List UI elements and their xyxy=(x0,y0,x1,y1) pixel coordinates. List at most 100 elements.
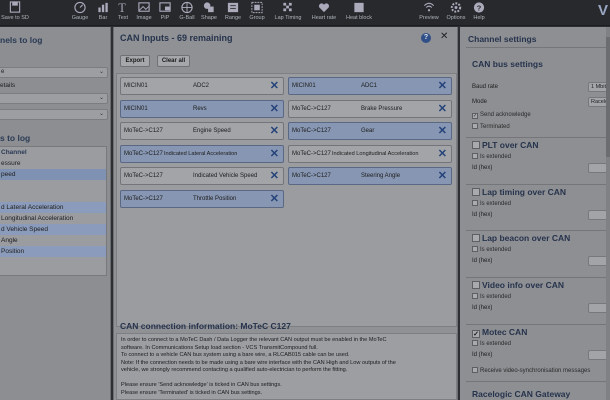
group-icon xyxy=(250,1,264,14)
toolbar-heat-block-button[interactable]: Heat block xyxy=(343,1,375,25)
text-icon: T xyxy=(116,1,130,15)
remove-icon[interactable]: ✕ xyxy=(438,147,447,160)
is-extended-checkbox[interactable]: Is extended xyxy=(472,246,511,253)
remove-icon[interactable]: ✕ xyxy=(270,169,279,182)
close-icon[interactable]: ✕ xyxy=(440,31,448,42)
list-item[interactable]: essure xyxy=(0,158,106,169)
divider xyxy=(466,230,608,231)
settings-scrollbar[interactable] xyxy=(606,27,610,400)
section-toggle-4[interactable]: Video info over CAN xyxy=(472,280,564,290)
can-input-source: MoTeC->C127 xyxy=(124,128,163,134)
list-item[interactable]: Angle xyxy=(0,235,106,246)
toolbar-preview-button[interactable]: Preview xyxy=(418,1,440,25)
checkbox-icon xyxy=(472,153,478,159)
terminated-checkbox[interactable]: Terminated xyxy=(472,123,510,130)
toolbar-save-button[interactable]: Save to SD xyxy=(0,1,30,25)
can-input-name: Gear xyxy=(361,128,375,134)
chevron-down-icon: ⌄ xyxy=(98,95,104,101)
toolbar-gball-button[interactable]: G-Ball xyxy=(177,1,197,25)
checkbox-icon xyxy=(472,200,478,206)
can-input-source: MoTeC->C127 xyxy=(292,173,331,179)
toolbar-lap-timing-button[interactable]: Lap Timing xyxy=(273,1,303,25)
is-extended-checkbox[interactable]: Is extended xyxy=(472,293,511,300)
toolbar-help-button[interactable]: ? Help xyxy=(471,1,487,25)
is-extended-checkbox[interactable]: Is extended xyxy=(472,340,511,347)
app-logo: V xyxy=(597,2,608,19)
section-toggle-3[interactable]: Lap beacon over CAN xyxy=(472,233,570,243)
can-input-item[interactable]: MICIN01 ADC2 ✕ xyxy=(120,77,284,95)
list-item[interactable]: Longitudinal Acceleration xyxy=(0,213,106,224)
can-input-item[interactable]: MoTeC->C127 Throttle Position ✕ xyxy=(120,189,284,208)
toolbar-gauge-button[interactable]: Gauge xyxy=(71,1,89,25)
can-input-item[interactable]: MoTeC->C127 Steering Angle ✕ xyxy=(288,167,452,185)
list-item[interactable]: peed xyxy=(0,169,106,180)
remove-icon[interactable]: ✕ xyxy=(270,147,279,160)
remove-icon[interactable]: ✕ xyxy=(270,192,279,205)
toolbar-image-button[interactable]: Image xyxy=(135,1,153,25)
list-item[interactable]: Position xyxy=(0,246,106,257)
remove-icon[interactable]: ✕ xyxy=(438,124,447,137)
id-hex-label: Id (hex) xyxy=(472,212,493,218)
info-line: vehicle, we strongly recommend contactin… xyxy=(121,367,348,373)
help-icon[interactable]: ? xyxy=(421,33,431,43)
connection-info-text: In order to connect to a MoTeC Dash / Da… xyxy=(116,333,457,400)
can-input-item[interactable]: MoTeC->C127 Engine Speed ✕ xyxy=(120,122,284,140)
gauge-icon xyxy=(73,1,87,14)
is-extended-checkbox[interactable]: Is extended xyxy=(472,153,511,160)
remove-icon[interactable]: ✕ xyxy=(270,124,279,137)
can-input-source: MoTeC->C127 xyxy=(292,105,331,112)
can-input-item[interactable]: MoTeC->C127 Indicated Longitudinal Accele… xyxy=(288,144,452,163)
id-hex-label: Id (hex) xyxy=(472,258,493,264)
section-toggle-2[interactable]: Lap timing over CAN xyxy=(472,187,566,197)
section-toggle-1[interactable]: PLT over CAN xyxy=(472,140,539,150)
toolbar-group-button[interactable]: Group xyxy=(247,1,267,25)
toolbar-label: Text xyxy=(117,15,129,21)
list-item[interactable]: d Lateral Acceleration xyxy=(0,202,106,213)
can-input-item[interactable]: MICIN01 Revs ✕ xyxy=(120,99,284,118)
baud-rate-label: Baud rate xyxy=(472,84,499,90)
toolbar-shape-button[interactable]: Shape xyxy=(200,1,218,25)
toolbar-text-button[interactable]: T Text xyxy=(116,1,130,25)
channel-dropdown-3[interactable]: ⌄ xyxy=(0,109,108,120)
can-input-item[interactable]: MoTeC->C127 Indicated Vehicle Speed ✕ xyxy=(120,167,284,185)
can-input-source: MoTeC->C127 xyxy=(124,173,163,179)
scrollbar-thumb[interactable] xyxy=(606,37,610,157)
remove-icon[interactable]: ✕ xyxy=(438,169,447,182)
channel-dropdown-1[interactable]: e ⌄ xyxy=(0,67,108,78)
can-input-item[interactable]: MICIN01 ADC1 ✕ xyxy=(288,77,452,95)
is-extended-label: Is extended xyxy=(480,154,512,160)
remove-icon[interactable]: ✕ xyxy=(270,79,279,92)
export-button[interactable]: Export xyxy=(120,55,150,67)
divider xyxy=(466,184,608,185)
toolbar-label: Help xyxy=(473,15,485,21)
toolbar-pip-button[interactable]: PiP xyxy=(158,1,172,25)
list-item[interactable]: Channel xyxy=(0,147,106,158)
help-icon: ? xyxy=(472,1,486,14)
panel-title: CAN Inputs - 69 remaining xyxy=(120,33,233,43)
toolbar-range-button[interactable]: Range xyxy=(224,1,242,25)
toolbar-options-button[interactable]: Options xyxy=(445,1,467,25)
remove-icon[interactable]: ✕ xyxy=(438,79,447,92)
can-input-item[interactable]: MoTeC->C127 Brake Pressure ✕ xyxy=(288,99,452,118)
remove-icon[interactable]: ✕ xyxy=(270,102,279,115)
channel-dropdown-2[interactable]: ⌄ xyxy=(0,93,108,104)
clear-all-button[interactable]: Clear all xyxy=(157,55,190,67)
channels-to-log-title: nels to log xyxy=(0,35,43,45)
list-item[interactable] xyxy=(0,191,106,202)
details-label: etails xyxy=(0,82,16,89)
section-toggle-5[interactable]: ✓ Motec CAN xyxy=(472,327,527,338)
can-input-name: ADC1 xyxy=(361,83,378,89)
can-input-name: Throttle Position xyxy=(193,195,237,202)
send-acknowledge-checkbox[interactable]: ✓ Send acknowledge xyxy=(472,112,531,119)
remove-icon[interactable]: ✕ xyxy=(438,102,447,115)
is-extended-label: Is extended xyxy=(480,247,512,253)
list-item[interactable]: d Vehicle Speed xyxy=(0,224,106,235)
is-extended-checkbox[interactable]: Is extended xyxy=(472,200,511,207)
can-input-item[interactable]: MoTeC->C127 Indicated Lateral Acceleratio… xyxy=(120,144,284,163)
divider xyxy=(466,47,608,48)
list-item[interactable] xyxy=(0,180,106,191)
video-sync-checkbox[interactable]: Receive video-synchronisation messages xyxy=(472,367,590,374)
can-input-item[interactable]: MoTeC->C127 Gear ✕ xyxy=(288,122,452,140)
toolbar-heart-rate-button[interactable]: Heart rate xyxy=(309,1,339,25)
toolbar-bar-button[interactable]: Bar xyxy=(95,1,111,25)
